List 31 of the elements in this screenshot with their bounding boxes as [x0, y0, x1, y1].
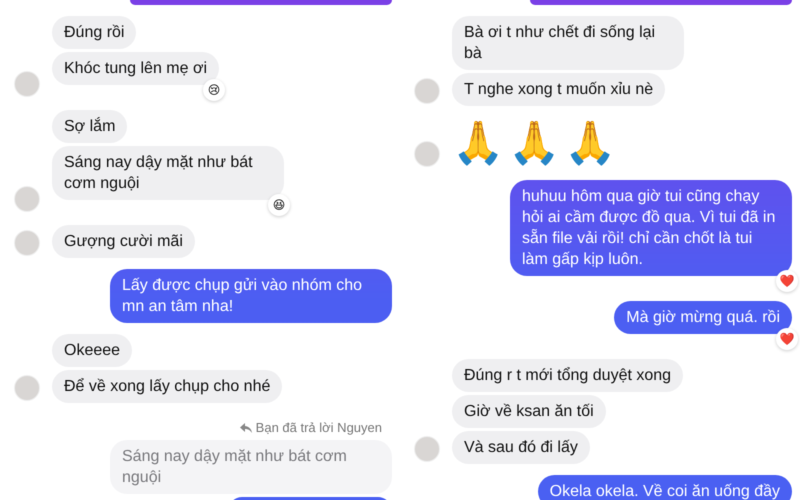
message-bubble: Bà ơi t như chết đi sống lại bà: [452, 16, 684, 70]
message-bubble: T nghe xong t muốn xỉu nè: [452, 73, 666, 106]
message-bubble: Sợ lắm: [52, 110, 128, 143]
emoji-message: 🙏🙏🙏: [452, 118, 620, 168]
message-bubble: Đúng rồi: [52, 16, 136, 49]
avatar[interactable]: [14, 230, 40, 256]
avatar[interactable]: [414, 436, 440, 462]
avatar[interactable]: [14, 375, 40, 401]
message-bubble: Okela okela. Về coi ăn uống đầy: [538, 475, 792, 500]
message-bubble: Đúng r t mới tổng duyệt xong: [452, 359, 684, 392]
reply-note: Bạn đã trả lời Nguyen: [256, 420, 382, 435]
quoted-message: Sáng nay dậy mặt như bát cơm nguội: [110, 440, 392, 494]
avatar[interactable]: [414, 78, 440, 104]
message-bubble: Sáng nay dậy mặt như bát cơm nguội: [52, 146, 284, 200]
message-bubble: Mà giờ mừng quá. rồi: [614, 301, 792, 334]
message-bubble: Gượng cười mãi: [52, 225, 195, 258]
message-bubble: Okeeee: [52, 334, 132, 367]
avatar[interactable]: [414, 141, 440, 167]
message-bubble: huhuu hôm qua giờ tui cũng chạy hỏi ai cầm được đồ qua. Vì tui đã in sẵn file vải rồi! chỉ cần chốt là tui làm gấp kịp luôn.: [510, 180, 792, 276]
avatar[interactable]: [14, 186, 40, 212]
reaction[interactable]: 😆: [268, 194, 290, 216]
message-bubble: Giờ về ksan ăn tối: [452, 395, 606, 428]
reaction[interactable]: ❤: [776, 328, 798, 350]
message-bubble: Để về xong lấy chụp cho nhé: [52, 370, 282, 403]
message-bubble: Khóc tung lên mẹ ơi: [52, 52, 220, 85]
reaction[interactable]: 😢: [203, 79, 226, 101]
message-bubble: Lấy được chụp gửi vào nhóm cho mn an tâm nha!: [110, 269, 392, 323]
reaction[interactable]: ❤: [776, 270, 798, 292]
message-bubble: Và sau đó đi lấy: [452, 431, 590, 464]
reply-arrow-icon: [240, 422, 252, 432]
avatar[interactable]: [14, 71, 40, 97]
